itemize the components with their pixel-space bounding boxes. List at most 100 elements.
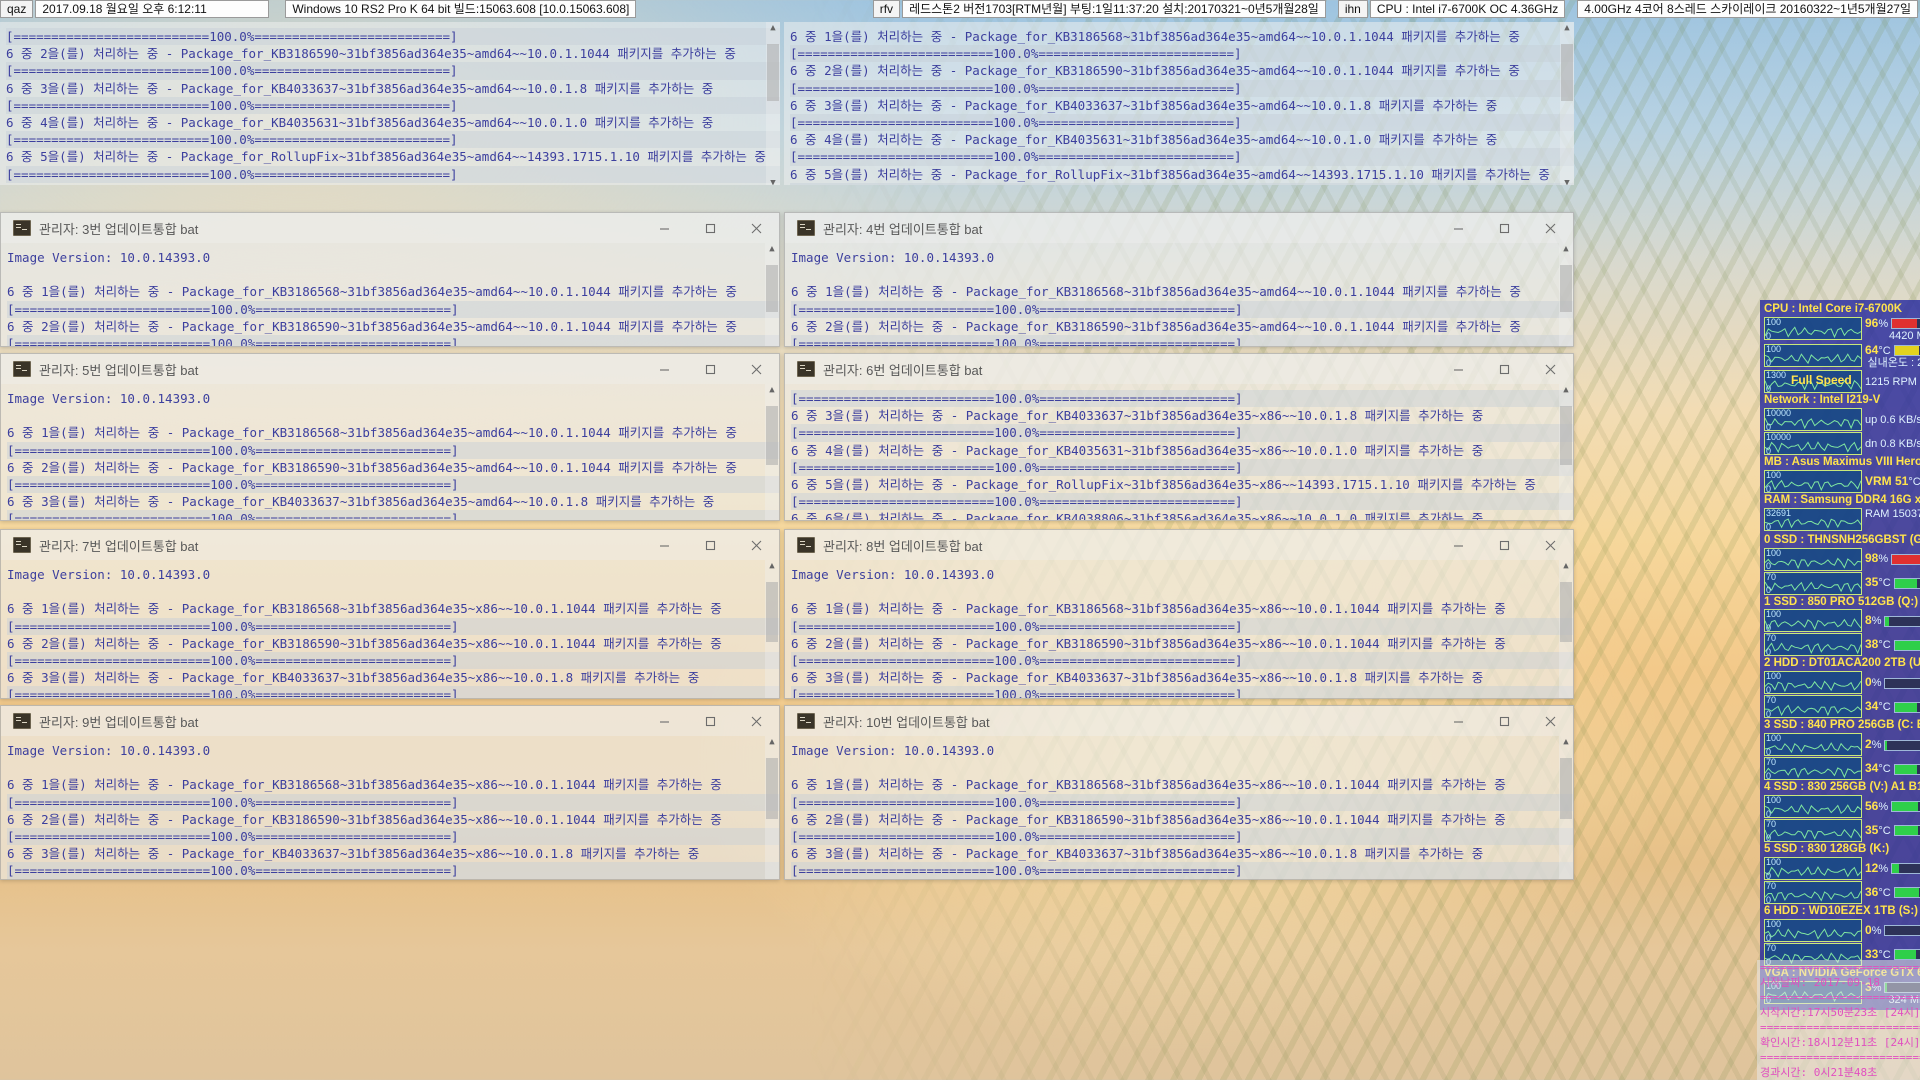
- scroll-thumb[interactable]: [1560, 265, 1572, 313]
- scroll-up-icon[interactable]: ▲: [1559, 243, 1573, 257]
- titlebar-3[interactable]: 관리자: 3번 업데이트통합 bat: [1, 213, 779, 243]
- scroll-thumb[interactable]: [767, 44, 779, 102]
- console-window-1[interactable]: [==========================100.0%=======…: [0, 22, 780, 185]
- scroll-thumb[interactable]: [766, 758, 778, 820]
- sensor-primary-value: RAM 15037 MB: [1865, 508, 1920, 520]
- console-output-10[interactable]: Image Version: 10.0.14393.0 6 중 1을(를) 처리…: [785, 736, 1573, 879]
- scroll-up-icon[interactable]: ▲: [765, 560, 779, 574]
- sensor-graph-ssd-4-1: 70 0: [1764, 819, 1862, 842]
- scrollbar-2[interactable]: ▲ ▼: [1560, 22, 1574, 185]
- titlebar-9[interactable]: 관리자: 9번 업데이트통합 bat: [1, 706, 779, 736]
- maximize-button[interactable]: [1481, 530, 1527, 560]
- maximize-button[interactable]: [687, 530, 733, 560]
- timer-line: ==========================: [1760, 991, 1920, 1004]
- close-button[interactable]: [1527, 706, 1573, 736]
- console-output-1[interactable]: [==========================100.0%=======…: [0, 22, 780, 185]
- minimize-button[interactable]: [1435, 706, 1481, 736]
- window-title-4: 관리자: 4번 업데이트통합 bat: [823, 221, 983, 237]
- console-window-3[interactable]: 관리자: 3번 업데이트통합 bat Image Version: 10.0.1…: [0, 212, 780, 347]
- scrollbar-1[interactable]: ▲ ▼: [766, 22, 780, 185]
- titlebar-7[interactable]: 관리자: 7번 업데이트통합 bat: [1, 530, 779, 560]
- maximize-button[interactable]: [687, 706, 733, 736]
- maximize-button[interactable]: [1481, 706, 1527, 736]
- minimize-button[interactable]: [641, 706, 687, 736]
- console-window-2[interactable]: 6 중 1을(를) 처리하는 중 - Package_for_KB3186568…: [784, 22, 1574, 185]
- elapsed-time-console[interactable]: ========================== 시작날짜: 2017-09…: [1757, 960, 1920, 1080]
- minimize-button[interactable]: [1435, 213, 1481, 243]
- scroll-up-icon[interactable]: ▲: [1559, 736, 1573, 750]
- scroll-up-icon[interactable]: ▲: [765, 243, 779, 257]
- console-output-3[interactable]: Image Version: 10.0.14393.0 6 중 1을(를) 처리…: [1, 243, 779, 346]
- maximize-button[interactable]: [687, 213, 733, 243]
- sensor-values-cpu-2: 1215 RPM: [1865, 370, 1920, 393]
- maximize-button[interactable]: [1481, 354, 1527, 384]
- titlebar-4[interactable]: 관리자: 4번 업데이트통합 bat: [785, 213, 1573, 243]
- close-button[interactable]: [1527, 354, 1573, 384]
- sensor-row-hdd-2-0: 100 0 0%: [1764, 671, 1920, 695]
- maximize-button[interactable]: [1481, 213, 1527, 243]
- console-output-6[interactable]: [==========================100.0%=======…: [785, 384, 1573, 520]
- titlebar-8[interactable]: 관리자: 8번 업데이트통합 bat: [785, 530, 1573, 560]
- titlebar-6[interactable]: 관리자: 6번 업데이트통합 bat: [785, 354, 1573, 384]
- maximize-button[interactable]: [687, 354, 733, 384]
- console-line: 6 중 1을(를) 처리하는 중 - Package_for_KB3186568…: [7, 777, 722, 793]
- console-output-7[interactable]: Image Version: 10.0.14393.0 6 중 1을(를) 처리…: [1, 560, 779, 698]
- scroll-thumb[interactable]: [1560, 758, 1572, 820]
- scrollbar-7[interactable]: ▲ ▼: [765, 560, 779, 698]
- minimize-button[interactable]: [641, 213, 687, 243]
- console-output-2[interactable]: 6 중 1을(를) 처리하는 중 - Package_for_KB3186568…: [784, 22, 1574, 185]
- sensor-graph-cpu-0: 100 0: [1764, 316, 1862, 340]
- close-button[interactable]: [733, 530, 779, 560]
- close-button[interactable]: [1527, 213, 1573, 243]
- scroll-up-icon[interactable]: ▲: [1559, 384, 1573, 398]
- scrollbar-8[interactable]: ▲ ▼: [1559, 560, 1573, 698]
- scroll-up-icon[interactable]: ▲: [1560, 22, 1574, 36]
- console-output-4[interactable]: Image Version: 10.0.14393.0 6 중 1을(를) 처리…: [785, 243, 1573, 346]
- scroll-up-icon[interactable]: ▲: [765, 384, 779, 398]
- console-window-10[interactable]: 관리자: 10번 업데이트통합 bat Image Version: 10.0.…: [784, 705, 1574, 880]
- close-button[interactable]: [733, 213, 779, 243]
- console-line: [==========================100.0%=======…: [791, 390, 1573, 408]
- scrollbar-9[interactable]: ▲ ▼: [765, 736, 779, 879]
- titlebar-10[interactable]: 관리자: 10번 업데이트통합 bat: [785, 706, 1573, 736]
- scroll-thumb[interactable]: [1561, 44, 1573, 102]
- scroll-thumb[interactable]: [766, 406, 778, 465]
- console-window-4[interactable]: 관리자: 4번 업데이트통합 bat Image Version: 10.0.1…: [784, 212, 1574, 347]
- scroll-down-icon[interactable]: ▼: [1560, 177, 1574, 185]
- close-button[interactable]: [733, 354, 779, 384]
- console-window-7[interactable]: 관리자: 7번 업데이트통합 bat Image Version: 10.0.1…: [0, 529, 780, 699]
- hotkey-rfv[interactable]: rfv: [872, 0, 901, 18]
- sensor-group-title-ssd-1: 1 SSD : 850 PRO 512GB (Q:): [1764, 595, 1919, 608]
- console-output-5[interactable]: Image Version: 10.0.14393.0 6 중 1을(를) 처리…: [1, 384, 779, 520]
- scroll-down-icon[interactable]: ▼: [766, 177, 780, 185]
- minimize-button[interactable]: [641, 530, 687, 560]
- scroll-up-icon[interactable]: ▲: [766, 22, 780, 36]
- scrollbar-3[interactable]: ▲ ▼: [765, 243, 779, 346]
- hotkey-qaz[interactable]: qaz: [0, 0, 34, 18]
- minimize-button[interactable]: [1435, 354, 1481, 384]
- console-window-9[interactable]: 관리자: 9번 업데이트통합 bat Image Version: 10.0.1…: [0, 705, 780, 880]
- scroll-up-icon[interactable]: ▲: [1559, 560, 1573, 574]
- minimize-button[interactable]: [1435, 530, 1481, 560]
- console-window-8[interactable]: 관리자: 8번 업데이트통합 bat Image Version: 10.0.1…: [784, 529, 1574, 699]
- console-window-6[interactable]: 관리자: 6번 업데이트통합 bat [====================…: [784, 353, 1574, 521]
- console-output-9[interactable]: Image Version: 10.0.14393.0 6 중 1을(를) 처리…: [1, 736, 779, 879]
- titlebar-5[interactable]: 관리자: 5번 업데이트통합 bat: [1, 354, 779, 384]
- scroll-thumb[interactable]: [1560, 582, 1572, 642]
- close-button[interactable]: [1527, 530, 1573, 560]
- scrollbar-10[interactable]: ▲ ▼: [1559, 736, 1573, 879]
- scroll-thumb[interactable]: [1560, 406, 1572, 465]
- close-button[interactable]: [733, 706, 779, 736]
- scroll-thumb[interactable]: [766, 265, 778, 313]
- hotkey-ihn[interactable]: ihn: [1337, 0, 1368, 18]
- scrollbar-6[interactable]: ▲ ▼: [1559, 384, 1573, 520]
- scroll-up-icon[interactable]: ▲: [765, 736, 779, 750]
- console-output-8[interactable]: Image Version: 10.0.14393.0 6 중 1을(를) 처리…: [785, 560, 1573, 698]
- scrollbar-4[interactable]: ▲ ▼: [1559, 243, 1573, 346]
- minimize-button[interactable]: [641, 354, 687, 384]
- console-window-5[interactable]: 관리자: 5번 업데이트통합 bat Image Version: 10.0.1…: [0, 353, 780, 521]
- sensor-primary-value: 34°C: [1865, 761, 1920, 775]
- scrollbar-5[interactable]: ▲ ▼: [765, 384, 779, 520]
- scroll-thumb[interactable]: [766, 582, 778, 642]
- sensor-group-title-ram: RAM : Samsung DDR4 16G x2: [1764, 494, 1920, 507]
